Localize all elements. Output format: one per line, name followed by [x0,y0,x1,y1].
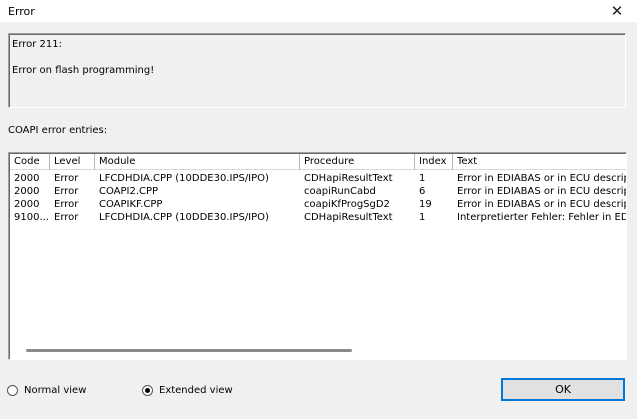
ok-button[interactable]: OK [501,378,625,401]
entries-label: COAPI error entries: [8,125,108,136]
column-header-level[interactable]: Level [50,154,95,170]
cell-index: 19 [419,199,432,210]
error-entries-list[interactable]: Code Level Module Procedure Index Text 2… [8,152,627,360]
radio-checked-icon[interactable] [142,384,153,396]
cell-procedure: CDHapiResultText [304,212,393,223]
list-header: Code Level Module Procedure Index Text [10,154,626,170]
extended-view-radio[interactable]: Extended view [142,383,233,397]
normal-view-label[interactable]: Normal view [24,385,86,396]
table-row[interactable]: 2000 Error LFCDHDIA.CPP (10DDE30.IPS/IPO… [10,172,626,185]
title-bar: Error ✕ [0,0,637,22]
cell-module: COAPIKF.CPP [99,199,163,210]
horizontal-scrollbar[interactable] [10,341,626,358]
cell-text: Error in EDIABAS or in ECU description [457,199,626,210]
cell-module: COAPI2.CPP [99,186,159,197]
extended-view-label[interactable]: Extended view [159,385,233,396]
table-row[interactable]: 9100... Error LFCDHDIA.CPP (10DDE30.IPS/… [10,211,626,224]
column-header-module[interactable]: Module [95,154,300,170]
cell-code: 9100... [14,212,49,223]
table-row[interactable]: 2000 Error COAPI2.CPP coapiRunCabd 6 Err… [10,185,626,198]
cell-level: Error [54,173,79,184]
error-description-text: Error on flash programming! [12,65,155,76]
cell-code: 2000 [14,173,40,184]
close-icon[interactable]: ✕ [597,0,637,22]
error-message-box: Error 211: Error on flash programming! [8,33,626,108]
cell-procedure: coapiRunCabd [304,186,376,197]
error-code-text: Error 211: [12,39,63,50]
window-title: Error [8,5,35,18]
cell-module: LFCDHDIA.CPP (10DDE30.IPS/IPO) [99,212,269,223]
cell-text: Interpretierter Fehler: Fehler in EDIABA… [457,212,626,223]
cell-procedure: CDHapiResultText [304,173,393,184]
column-header-procedure[interactable]: Procedure [300,154,415,170]
column-header-code[interactable]: Code [10,154,50,170]
column-header-text[interactable]: Text [453,154,626,170]
cell-text: Error in EDIABAS or in ECU description [457,186,626,197]
cell-module: LFCDHDIA.CPP (10DDE30.IPS/IPO) [99,173,269,184]
cell-index: 6 [419,186,426,197]
scrollbar-thumb[interactable] [26,349,352,352]
dialog-body: Error 211: Error on flash programming! C… [0,22,637,419]
cell-code: 2000 [14,199,40,210]
radio-dot-icon [145,387,150,393]
cell-level: Error [54,199,79,210]
cell-procedure: coapiKfProgSgD2 [304,199,390,210]
cell-level: Error [54,212,79,223]
table-row[interactable]: 2000 Error COAPIKF.CPP coapiKfProgSgD2 1… [10,198,626,211]
normal-view-radio[interactable]: Normal view [7,383,86,397]
cell-text: Error in EDIABAS or in ECU description [457,173,626,184]
cell-level: Error [54,186,79,197]
radio-unchecked-icon[interactable] [7,384,18,396]
cell-code: 2000 [14,186,40,197]
cell-index: 1 [419,173,426,184]
column-header-index[interactable]: Index [415,154,453,170]
cell-index: 1 [419,212,426,223]
